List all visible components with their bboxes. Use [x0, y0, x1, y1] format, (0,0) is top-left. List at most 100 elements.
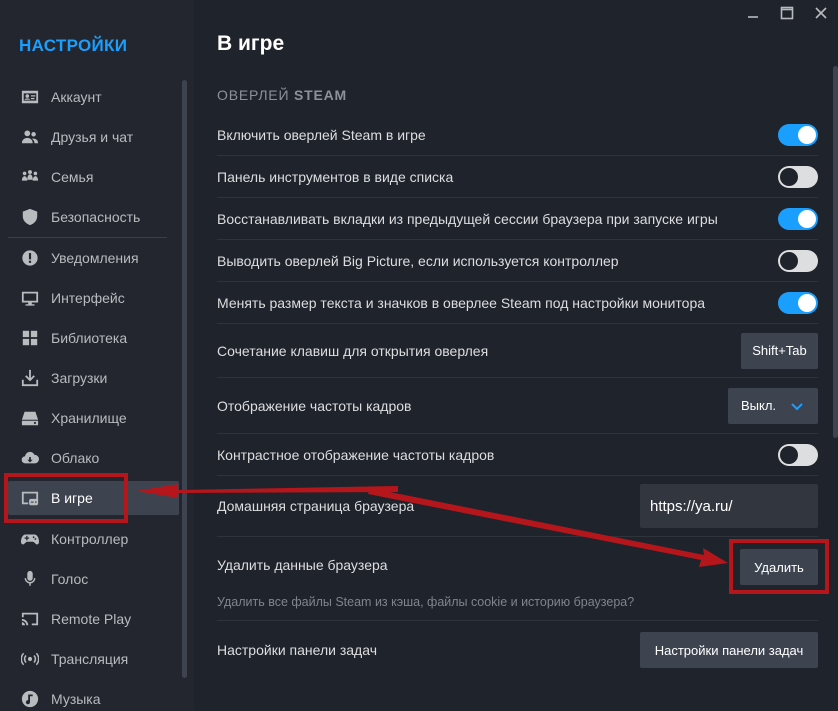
sidebar-item-label: Хранилище — [51, 410, 127, 426]
setting-row-taskbar: Настройки панели задач Настройки панели … — [217, 621, 818, 679]
section-header: ОВЕРЛЕЙ STEAM — [217, 87, 347, 103]
music-icon — [20, 689, 40, 709]
setting-row-fps: Отображение частоты кадров Выкл. — [217, 378, 818, 434]
sidebar-item-label: Трансляция — [51, 651, 129, 667]
toggle-knob — [780, 445, 798, 464]
toggle-knob — [798, 209, 816, 228]
id-card-icon — [20, 87, 40, 107]
setting-row-toolbar-list: Панель инструментов в виде списка — [217, 156, 818, 198]
maximize-icon — [780, 6, 794, 20]
download-icon — [20, 368, 40, 388]
delete-data-description: Удалить все файлы Steam из кэша, файлы c… — [217, 595, 635, 609]
maximize-button[interactable] — [770, 0, 804, 26]
taskbar-settings-button[interactable]: Настройки панели задач — [640, 632, 818, 668]
setting-label: Панель инструментов в виде списка — [217, 168, 454, 185]
homepage-input[interactable]: https://ya.ru/ — [640, 484, 818, 528]
sidebar-item-cloud[interactable]: Облако — [8, 441, 179, 475]
sidebar-item-broadcast[interactable]: Трансляция — [8, 642, 179, 676]
sidebar-title: НАСТРОЙКИ — [19, 36, 128, 55]
sidebar-item-label: Музыка — [51, 691, 101, 707]
sidebar-item-controller[interactable]: Контроллер — [8, 522, 179, 556]
setting-label: Домашняя страница браузера — [217, 498, 415, 514]
setting-label: Настройки панели задач — [217, 642, 377, 658]
toggle-knob — [798, 125, 816, 144]
setting-row-fps-contrast: Контрастное отображение частоты кадров — [217, 434, 818, 476]
sidebar-item-label: Облако — [51, 450, 100, 466]
sidebar-item-interface[interactable]: Интерфейс — [8, 281, 179, 315]
setting-label: Восстанавливать вкладки из предыдущей се… — [217, 210, 718, 227]
sidebar-item-library[interactable]: Библиотека — [8, 321, 179, 355]
setting-row-homepage: Домашняя страница браузера https://ya.ru… — [217, 476, 818, 537]
sidebar-item-storage[interactable]: Хранилище — [8, 401, 179, 435]
setting-row-shortcut: Сочетание клавиш для открытия оверлея Sh… — [217, 324, 818, 378]
setting-row-big-picture: Выводить оверлей Big Picture, если испол… — [217, 240, 818, 282]
content-scrollbar[interactable] — [833, 66, 838, 438]
settings-content: В игре ОВЕРЛЕЙ STEAM Включить оверлей St… — [194, 0, 838, 711]
alert-icon — [20, 248, 40, 268]
toggle-knob — [780, 167, 798, 186]
broadcast-icon — [20, 649, 40, 669]
setting-label: Удалить данные браузера — [217, 557, 388, 573]
close-button[interactable] — [804, 0, 838, 26]
sidebar-item-account[interactable]: Аккаунт — [8, 80, 179, 114]
sidebar-divider — [8, 237, 167, 238]
section-header-prefix: ОВЕРЛЕЙ — [217, 87, 290, 103]
settings-sidebar: НАСТРОЙКИ Аккаунт Друзья и чат Семья Без… — [0, 0, 194, 711]
page-title: В игре — [217, 32, 285, 55]
setting-label: Включить оверлей Steam в игре — [217, 126, 426, 143]
scale-text-toggle[interactable] — [778, 291, 818, 314]
annotation-box-in-game — [4, 473, 128, 523]
setting-label: Сочетание клавиш для открытия оверлея — [217, 342, 489, 359]
fps-dropdown[interactable]: Выкл. — [728, 387, 818, 424]
cast-icon — [20, 609, 40, 629]
fps-dropdown-value: Выкл. — [741, 398, 777, 413]
setting-row-scale-text: Менять размер текста и значков в оверлее… — [217, 282, 818, 324]
sidebar-item-label: Контроллер — [51, 531, 129, 547]
family-icon — [20, 167, 40, 187]
gamepad-icon — [20, 529, 40, 549]
overlay-shortcut-button[interactable]: Shift+Tab — [741, 332, 818, 369]
setting-row-overlay-enable: Включить оверлей Steam в игре — [217, 114, 818, 156]
window-controls — [736, 0, 838, 26]
sidebar-item-label: Безопасность — [51, 209, 141, 225]
shield-icon — [20, 207, 40, 227]
grid-icon — [20, 328, 40, 348]
sidebar-item-label: Семья — [51, 169, 94, 185]
sidebar-item-label: Аккаунт — [51, 89, 102, 105]
sidebar-item-label: Интерфейс — [51, 290, 125, 306]
setting-label: Выводить оверлей Big Picture, если испол… — [217, 252, 619, 269]
setting-label: Контрастное отображение частоты кадров — [217, 446, 495, 463]
sidebar-item-label: Загрузки — [51, 370, 108, 386]
fps-contrast-toggle[interactable] — [778, 443, 818, 466]
sidebar-scrollbar[interactable] — [182, 80, 187, 678]
sidebar-item-downloads[interactable]: Загрузки — [8, 361, 179, 395]
setting-label: Отображение частоты кадров — [217, 397, 412, 414]
big-picture-toggle[interactable] — [778, 249, 818, 272]
chevron-down-icon — [791, 402, 803, 410]
section-header-bold: STEAM — [294, 87, 348, 103]
people-icon — [20, 127, 40, 147]
sidebar-item-remote-play[interactable]: Remote Play — [8, 602, 179, 636]
sidebar-item-label: Друзья и чат — [51, 129, 134, 145]
sidebar-item-label: Remote Play — [51, 611, 132, 627]
toggle-knob — [780, 251, 798, 270]
microphone-icon — [20, 569, 40, 589]
overlay-enable-toggle[interactable] — [778, 123, 818, 146]
setting-row-restore-tabs: Восстанавливать вкладки из предыдущей се… — [217, 198, 818, 240]
sidebar-item-voice[interactable]: Голос — [8, 562, 179, 596]
close-icon — [815, 7, 827, 19]
sidebar-item-label: Библиотека — [51, 330, 128, 346]
sidebar-item-notifications[interactable]: Уведомления — [8, 241, 179, 275]
minimize-icon — [748, 16, 758, 18]
drive-icon — [20, 408, 40, 428]
sidebar-item-family[interactable]: Семья — [8, 160, 179, 194]
toolbar-list-toggle[interactable] — [778, 165, 818, 188]
restore-tabs-toggle[interactable] — [778, 207, 818, 230]
toggle-knob — [798, 293, 816, 312]
setting-label: Менять размер текста и значков в оверлее… — [217, 294, 706, 311]
sidebar-item-security[interactable]: Безопасность — [8, 200, 179, 234]
minimize-button[interactable] — [736, 0, 770, 26]
sidebar-item-friends[interactable]: Друзья и чат — [8, 120, 179, 154]
sidebar-item-music[interactable]: Музыка — [8, 682, 179, 711]
cloud-icon — [20, 448, 40, 468]
